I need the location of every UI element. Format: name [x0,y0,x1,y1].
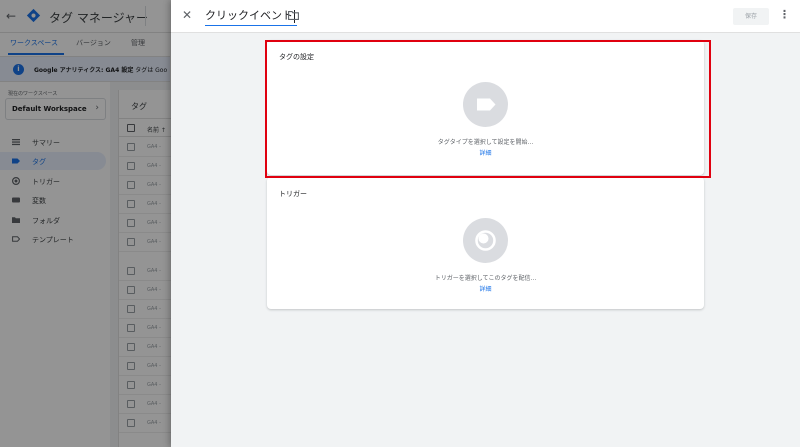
save-button[interactable]: 保存 [733,8,769,25]
tag-name-input[interactable]: クリックイベント [205,7,297,26]
more-vert-icon[interactable]: ⋮ [779,9,790,21]
tag-name-value: クリックイベント [205,9,293,22]
panel-header: ✕ クリックイベント 保存 ⋮ [171,0,800,33]
highlight-annotation-box [265,40,711,178]
triggering-learn-more-link[interactable]: 詳細 [267,284,704,293]
triggering-hint: トリガーを選択してこのタグを配信... [434,275,537,282]
trigger-icon [475,230,496,251]
trigger-select-icon[interactable] [463,218,508,263]
folder-icon[interactable] [288,11,299,20]
triggering-title: トリガー [279,190,307,198]
triggering-card[interactable]: トリガー トリガーを選択してこのタグを配信... 詳細 [267,177,704,309]
close-icon[interactable]: ✕ [182,9,192,21]
modal-scrim[interactable] [0,0,171,447]
